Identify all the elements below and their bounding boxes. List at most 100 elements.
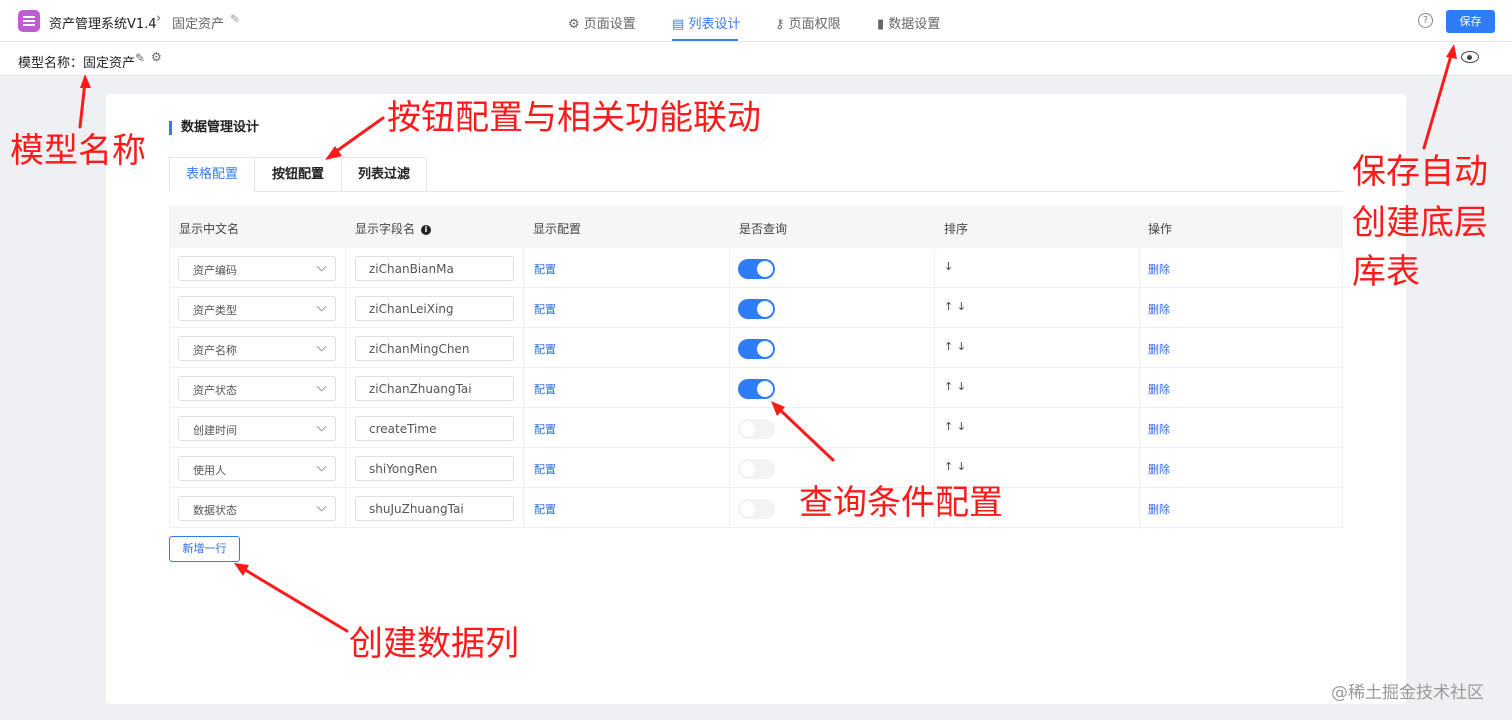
help-icon[interactable]: ? [1418,13,1433,28]
tab-button-config[interactable]: 按钮配置 [254,157,342,192]
delete-link[interactable]: 删除 [1148,341,1170,357]
config-link[interactable]: 配置 [534,261,556,277]
chevron-right-icon: › [156,11,162,26]
select-value: 资产编码 [193,264,237,277]
config-link[interactable]: 配置 [534,341,556,357]
column-divider [345,288,346,328]
query-toggle[interactable] [738,499,775,519]
query-toggle[interactable] [738,259,775,279]
column-divider [345,328,346,368]
sort-arrows[interactable]: ↑ ↓ [944,380,966,393]
chinese-name-select[interactable]: 资产编码 [178,256,336,281]
info-icon[interactable]: i [421,225,432,235]
table-row: 资产状态 配置 ↑ ↓ 删除 [169,368,1343,408]
select-value: 创建时间 [193,424,237,437]
chinese-name-select[interactable]: 资产名称 [178,336,336,361]
column-divider [1139,248,1140,288]
column-header: 显示字段名 i [355,220,432,237]
tab-column-filter[interactable]: 列表过滤 [341,157,427,192]
query-toggle[interactable] [738,339,775,359]
select-value: 资产名称 [193,344,237,357]
chinese-name-select[interactable]: 创建时间 [178,416,336,441]
sort-arrows[interactable]: ↑ ↓ [944,300,966,313]
config-link[interactable]: 配置 [534,301,556,317]
chevron-down-icon [316,461,327,472]
column-divider [729,488,730,528]
select-value: 资产状态 [193,384,237,397]
table-row: 使用人 配置 ↑ ↓ 删除 [169,448,1343,488]
app-list-icon[interactable] [18,10,40,32]
column-header: 显示配置 [533,222,582,236]
field-name-input[interactable] [355,496,514,521]
column-divider [1139,488,1140,528]
config-link[interactable]: 配置 [534,501,556,517]
column-divider [729,328,730,368]
chinese-name-select[interactable]: 资产状态 [178,376,336,401]
tab-table-config[interactable]: 表格配置 [169,157,255,192]
save-button[interactable]: 保存 [1446,10,1495,33]
delete-link[interactable]: 删除 [1148,421,1170,437]
tab-list-design[interactable]: ▤ 列表设计 [672,13,740,32]
gear-icon[interactable]: ⚙ [151,50,162,64]
field-name-input[interactable] [355,416,514,441]
config-link[interactable]: 配置 [534,421,556,437]
edit-icon[interactable]: ✎ [230,12,240,26]
column-header: 排序 [944,222,969,236]
config-tabs: 表格配置 按钮配置 列表过滤 [169,157,1343,192]
model-name-label: 模型名称：固定资产 [18,56,136,71]
query-toggle[interactable] [738,419,775,439]
sort-arrows[interactable]: ↑ ↓ [944,340,966,353]
column-divider [345,448,346,488]
query-toggle[interactable] [738,459,775,479]
list-icon: ▤ [672,17,685,32]
annotation-button-config: 按钮配置与相关功能联动 [387,98,761,138]
sort-arrows[interactable]: ↑ ↓ [944,420,966,433]
column-header: 操作 [1148,222,1173,236]
bar-chart-icon: ▮ [877,17,885,32]
table-row: 创建时间 配置 ↑ ↓ 删除 [169,408,1343,448]
chinese-name-select[interactable]: 数据状态 [178,496,336,521]
column-header: 显示中文名 [179,222,240,236]
sort-arrows[interactable]: ↑ ↓ [944,460,966,473]
tab-page-settings[interactable]: ⚙ 页面设置 [568,13,636,32]
tab-page-permissions[interactable]: ⚷ 页面权限 [775,13,841,32]
edit-icon[interactable]: ✎ [135,51,145,65]
column-divider [345,408,346,448]
field-name-input[interactable] [355,256,514,281]
field-name-input[interactable] [355,376,514,401]
column-divider [729,448,730,488]
config-link[interactable]: 配置 [534,461,556,477]
delete-link[interactable]: 删除 [1148,261,1170,277]
app-title[interactable]: 资产管理系统V1.4 [49,13,157,32]
tab-data-settings[interactable]: ▮ 数据设置 [877,13,940,32]
delete-link[interactable]: 删除 [1148,381,1170,397]
column-divider [523,368,524,408]
sort-arrows[interactable]: ↓ [944,260,953,273]
delete-link[interactable]: 删除 [1148,501,1170,517]
chevron-down-icon [316,261,327,272]
field-name-input[interactable] [355,456,514,481]
column-divider [345,248,346,288]
delete-link[interactable]: 删除 [1148,461,1170,477]
query-toggle[interactable] [738,299,775,319]
chinese-name-select[interactable]: 资产类型 [178,296,336,321]
table-row: 资产名称 配置 ↑ ↓ 删除 [169,328,1343,368]
top-bar: 资产管理系统V1.4 › 固定资产 ✎ ⚙ 页面设置 ▤ 列表设计 ⚷ 页面权限… [0,0,1512,42]
eye-icon[interactable] [1461,51,1479,63]
config-link[interactable]: 配置 [534,381,556,397]
column-divider [1139,368,1140,408]
column-divider [523,248,524,288]
chinese-name-select[interactable]: 使用人 [178,456,336,481]
field-name-input[interactable] [355,336,514,361]
column-divider [345,488,346,528]
column-divider [934,368,935,408]
query-toggle[interactable] [738,379,775,399]
column-divider [345,368,346,408]
gear-icon: ⚙ [568,17,580,32]
add-row-button[interactable]: 新增一行 [169,536,240,562]
column-divider [934,288,935,328]
field-name-input[interactable] [355,296,514,321]
table-row: 资产编码 配置 ↓ 删除 [169,248,1343,288]
delete-link[interactable]: 删除 [1148,301,1170,317]
column-divider [523,408,524,448]
